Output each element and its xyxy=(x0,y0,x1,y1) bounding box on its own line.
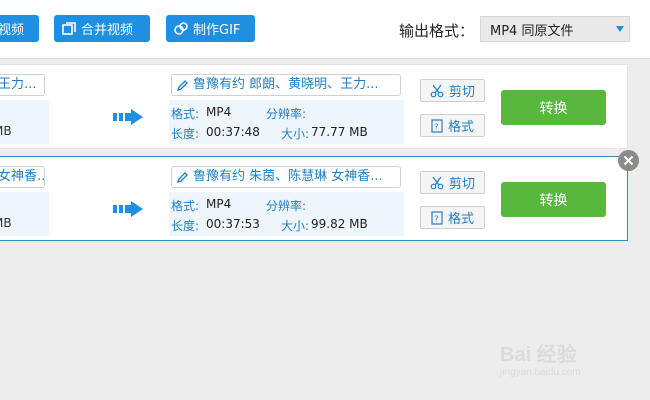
edit-pencil-icon xyxy=(176,171,188,183)
convert-button[interactable]: 转换 xyxy=(501,182,606,217)
output-name-text: 鲁豫有约 朱茵、陈慧琳 女神香... xyxy=(193,169,383,184)
source-info: 0 MB xyxy=(0,100,49,144)
cut-label: 剪切 xyxy=(448,85,475,100)
make-gif-button[interactable]: 制作GIF xyxy=(166,15,255,42)
output-name-text: 鲁豫有约 郎朗、黄晓明、王力... xyxy=(193,77,379,92)
resolution-label: 分辨率: xyxy=(266,199,307,213)
duration-value: 00:37:53 xyxy=(206,217,260,231)
merge-video-button[interactable]: 合并视频 xyxy=(54,15,150,42)
svg-text:?: ? xyxy=(434,122,438,131)
source-info: 0 MB xyxy=(0,192,49,236)
gif-icon xyxy=(174,21,188,35)
watermark-url: jingyan.baidu.com xyxy=(500,367,581,378)
format-label: 格式: xyxy=(171,107,200,121)
size-value: 77.77 MB xyxy=(311,125,368,139)
svg-text:?: ? xyxy=(434,214,438,223)
output-name-field[interactable]: 鲁豫有约 朱茵、陈慧琳 女神香... xyxy=(171,166,401,188)
output-format-label: 输出格式： xyxy=(399,22,475,40)
dropdown-caret-icon xyxy=(616,26,624,32)
convert-button[interactable]: 转换 xyxy=(501,90,606,125)
cut-label: 剪切 xyxy=(448,177,475,192)
add-video-label: 视频 xyxy=(0,23,25,38)
edit-pencil-icon xyxy=(176,79,188,91)
format-button[interactable]: ? 格式 xyxy=(420,206,485,229)
watermark-brand: Bai 经验 xyxy=(500,344,577,366)
add-video-button[interactable]: 视频 xyxy=(0,15,39,42)
source-info-line1: 0 xyxy=(0,104,1,118)
make-gif-label: 制作GIF xyxy=(193,23,241,38)
source-name-field[interactable]: 王力... xyxy=(0,74,45,96)
size-value: 99.82 MB xyxy=(311,217,368,231)
merge-icon xyxy=(62,21,76,35)
duration-value: 00:37:48 xyxy=(206,125,260,139)
duration-label: 长度: xyxy=(171,127,200,141)
format-button[interactable]: ? 格式 xyxy=(420,114,485,137)
output-format-value: MP4 同原文件 xyxy=(490,23,574,39)
output-format-select[interactable]: MP4 同原文件 xyxy=(480,16,630,42)
cut-button[interactable]: 剪切 xyxy=(420,79,485,102)
format-button-label: 格式 xyxy=(447,212,474,227)
scissors-icon xyxy=(430,176,444,189)
source-info-line2: MB xyxy=(0,216,12,230)
format-doc-icon: ? xyxy=(431,118,443,133)
source-name-field[interactable]: 女神香... xyxy=(0,166,45,188)
format-label: 格式: xyxy=(171,199,200,213)
remove-item-close-icon[interactable] xyxy=(618,150,639,171)
duration-label: 长度: xyxy=(171,219,200,233)
merge-video-label: 合并视频 xyxy=(81,23,134,38)
format-value: MP4 xyxy=(206,197,232,211)
convert-arrow-icon xyxy=(113,109,143,125)
toolbar: 视频 合并视频 制作GIF 输出格式： MP4 同原文件 xyxy=(0,0,650,59)
resolution-label: 分辨率: xyxy=(266,107,307,121)
format-value: MP4 xyxy=(206,105,232,119)
format-doc-icon: ? xyxy=(431,210,443,225)
output-info: 格式: MP4 分辨率: 长度: 00:37:48 大小: 77.77 MB xyxy=(169,100,404,144)
scissors-icon xyxy=(430,84,444,97)
size-label: 大小: xyxy=(281,127,310,141)
convert-arrow-icon xyxy=(113,201,143,217)
file-row: 女神香... 0 MB 鲁豫有约 朱茵、陈慧琳 女神香... 格式: MP4 分… xyxy=(0,156,628,241)
baidu-watermark: Bai 经验 jingyan.baidu.com xyxy=(500,338,581,378)
size-label: 大小: xyxy=(281,219,310,233)
cut-button[interactable]: 剪切 xyxy=(420,171,485,194)
output-name-field[interactable]: 鲁豫有约 郎朗、黄晓明、王力... xyxy=(171,74,401,96)
format-button-label: 格式 xyxy=(447,120,474,135)
file-row: 王力... 0 MB 鲁豫有约 郎朗、黄晓明、王力... 格式: MP4 分辨率… xyxy=(0,64,628,149)
source-info-line2: MB xyxy=(0,124,12,138)
output-info: 格式: MP4 分辨率: 长度: 00:37:53 大小: 99.82 MB xyxy=(169,192,404,236)
source-info-line1: 0 xyxy=(0,196,1,210)
